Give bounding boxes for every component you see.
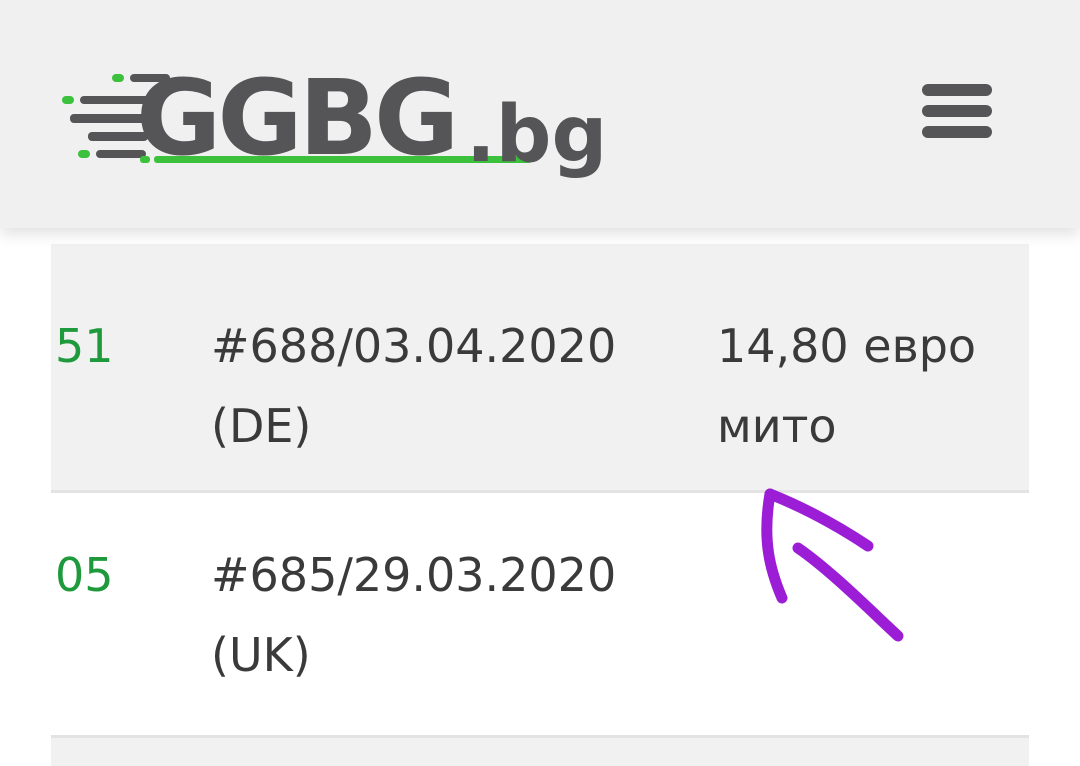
- order-id[interactable]: #688/03.04.2020: [211, 306, 681, 386]
- table-row: [51, 738, 1029, 766]
- note-label: мито: [717, 399, 837, 453]
- logo-tld: .bg: [466, 90, 608, 180]
- order-id[interactable]: #685/29.03.2020: [211, 535, 681, 615]
- site-logo[interactable]: GGBG .bg: [58, 52, 607, 182]
- menu-bar: [922, 105, 992, 117]
- order-country: (UK): [211, 628, 311, 682]
- logo-wordmark: GGBG: [136, 57, 459, 179]
- order-cell: #688/03.04.2020 (DE): [211, 306, 681, 466]
- row-number: 51: [55, 319, 114, 373]
- site-header: GGBG .bg: [0, 0, 1080, 228]
- note-cell: 14,80 евро мито: [717, 306, 1017, 466]
- hamburger-menu-icon[interactable]: [920, 78, 994, 144]
- menu-bar: [922, 126, 992, 138]
- page: GGBG .bg 51 #688/03.04.2020 (DE) 14,80 е…: [0, 0, 1080, 766]
- order-country: (DE): [211, 399, 312, 453]
- row-number: 05: [55, 548, 114, 602]
- menu-bar: [922, 84, 992, 96]
- note-amount: 14,80 евро: [717, 319, 977, 373]
- order-cell: #685/29.03.2020 (UK): [211, 535, 681, 695]
- table-row: 05 #685/29.03.2020 (UK): [51, 493, 1029, 738]
- table-row: 51 #688/03.04.2020 (DE) 14,80 евро мито: [51, 244, 1029, 493]
